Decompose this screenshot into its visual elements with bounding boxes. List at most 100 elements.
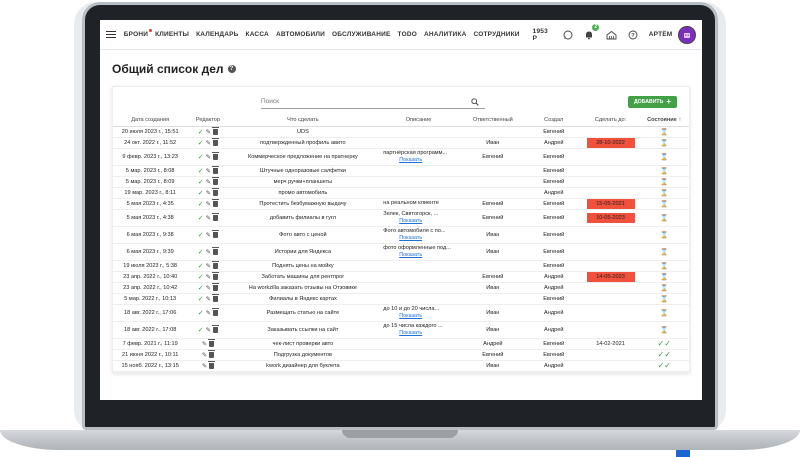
pencil-icon[interactable]: ✎ (206, 153, 211, 161)
trash-icon[interactable] (208, 338, 216, 347)
table-row[interactable]: 7 февр. 2021 г., 11:19 ✎ чек-лист проверки… (113, 338, 689, 350)
nav-item-cars[interactable]: АВТОМОБИЛИ (276, 31, 325, 38)
trash-icon[interactable] (212, 271, 220, 280)
mark-done-check-icon[interactable]: ✓ (198, 178, 204, 186)
table-row[interactable]: 6 мая 2023 г., 9:39 ✓ ✎ Истории для Яндекса… (113, 243, 689, 261)
pencil-icon[interactable]: ✎ (206, 284, 211, 292)
table-row[interactable]: 5 мар. 2022 г., 10:13 ✓ ✎ Филиалы в Яндекс … (113, 293, 689, 305)
mark-done-check-icon[interactable]: ✓ (198, 248, 204, 256)
table-row[interactable]: 6 мая 2023 г., 9:38 ✓ ✎ Фото авто с ценой Фо… (113, 226, 689, 244)
trash-icon[interactable] (212, 246, 220, 255)
pencil-icon[interactable]: ✎ (206, 248, 211, 256)
pencil-icon[interactable]: ✎ (206, 326, 211, 334)
mark-done-check-icon[interactable]: ✓ (198, 284, 204, 292)
mark-done-check-icon[interactable]: ✓ (198, 231, 204, 239)
table-row[interactable]: 5 мая 2023 г., 4:35 ✓ ✎ Протестить безбумаж… (113, 198, 689, 210)
mark-done-check-icon[interactable]: ✓ (198, 139, 204, 147)
help-icon[interactable]: ? (227, 65, 236, 73)
nav-item-analytics[interactable]: АНАЛИТИКА (424, 31, 467, 38)
col-header-due[interactable]: Сделать до: (581, 115, 640, 127)
show-link[interactable]: Показать (383, 235, 458, 242)
hamburger-menu-icon[interactable] (106, 31, 116, 38)
col-header-todo[interactable]: Что сделать (228, 115, 378, 127)
pencil-icon[interactable]: ✎ (206, 139, 211, 147)
search-input[interactable] (261, 98, 471, 105)
trash-icon[interactable] (212, 176, 220, 185)
pencil-icon[interactable]: ✎ (206, 309, 211, 317)
trash-icon[interactable] (212, 229, 220, 238)
mark-done-check-icon[interactable]: ✓ (198, 167, 204, 175)
trash-icon[interactable] (212, 187, 220, 196)
mark-done-check-icon[interactable]: ✓ (198, 273, 204, 281)
mark-done-check-icon[interactable]: ✓ (198, 326, 204, 334)
table-row[interactable]: 5 мар. 2023 г., 8:09 ✓ ✎ мерч ручки+планшет… (113, 176, 689, 188)
table-row[interactable]: 15 нояб. 2022 г., 13:15 ✎ kwork дизайнер д… (113, 360, 689, 372)
trash-icon[interactable] (212, 282, 220, 291)
search-icon[interactable] (471, 97, 479, 106)
table-row[interactable]: 19 мар. 2023 г., 8:11 ✓ ✎ промо автомобиль А… (113, 187, 689, 199)
pencil-icon[interactable]: ✎ (206, 295, 211, 303)
table-row[interactable]: 9 февр. 2023 г., 13:23 ✓ ✎ Коммерческое пре… (113, 148, 689, 166)
col-header-responsible[interactable]: Ответственный (459, 115, 526, 127)
nav-item-service[interactable]: ОБСЛУЖИВАНИЕ (332, 31, 391, 38)
help-circle-icon[interactable]: ? (627, 29, 639, 41)
add-button[interactable]: ДОБАВИТЬ + (627, 96, 677, 108)
show-link[interactable]: Показать (383, 157, 458, 164)
pencil-icon[interactable]: ✎ (206, 273, 211, 281)
table-row[interactable]: 19 июля 2023 г., 5:38 ✓ ✎ Поднять цены на м… (113, 260, 689, 272)
col-header-description[interactable]: Описание (377, 115, 460, 127)
col-header-status[interactable]: Состояние ↑ (639, 115, 689, 127)
pencil-icon[interactable]: ✎ (206, 262, 211, 270)
mark-done-check-icon[interactable]: ✓ (198, 128, 204, 136)
mark-done-check-icon[interactable]: ✓ (198, 214, 204, 222)
nav-item-todo[interactable]: TODO (398, 31, 417, 38)
table-row[interactable]: 20 июля 2023 г., 15:51 ✓ ✎ UDS Евгений ⌛ (113, 126, 689, 138)
table-row[interactable]: 23 апр. 2022 г., 10:42 ✓ ✎ На workzilla зак… (113, 282, 689, 294)
trash-icon[interactable] (212, 307, 220, 316)
nav-item-clients[interactable]: КЛИЕНТЫ (155, 31, 189, 38)
show-link[interactable]: Показать (383, 218, 458, 225)
trash-icon[interactable] (212, 151, 220, 160)
pencil-icon[interactable]: ✎ (206, 167, 211, 175)
mark-done-check-icon[interactable]: ✓ (198, 153, 204, 161)
trash-icon[interactable] (212, 324, 220, 333)
trash-icon[interactable] (212, 212, 220, 221)
show-link[interactable]: Показать (383, 330, 458, 337)
nav-item-bookings[interactable]: БРОНИ (124, 29, 153, 38)
table-row[interactable]: 5 мая 2023 г., 4:38 ✓ ✎ добавить филиалы в … (113, 209, 689, 227)
pencil-icon[interactable]: ✎ (206, 178, 211, 186)
table-row[interactable]: 18 авг. 2022 г., 17:06 ✓ ✎ Размещать статью… (113, 304, 689, 322)
trash-icon[interactable] (212, 260, 220, 269)
avatar[interactable] (678, 25, 697, 44)
trash-icon[interactable] (208, 349, 216, 358)
mark-done-check-icon[interactable]: ✓ (198, 200, 204, 208)
trash-icon[interactable] (212, 198, 220, 207)
mark-done-check-icon[interactable]: ✓ (198, 189, 204, 197)
table-row[interactable]: 18 авг. 2022 г., 17:08 ✓ ✎ Заказывать ссылк… (113, 321, 689, 339)
trash-icon[interactable] (212, 165, 220, 174)
nav-item-calendar[interactable]: КАЛЕНДАРЬ (196, 31, 238, 38)
table-row[interactable]: 5 мар. 2023 г., 8:08 ✓ ✎ Штучные одноразовы… (113, 165, 689, 177)
pencil-icon[interactable]: ✎ (206, 128, 211, 136)
col-header-creator[interactable]: Создал (525, 115, 582, 127)
pencil-icon[interactable]: ✎ (202, 362, 207, 370)
nav-item-cashbox[interactable]: КАССА (246, 31, 269, 38)
table-row[interactable]: 23 апр. 2022 г., 10:40 ✓ ✎ Заботать машины … (113, 271, 689, 283)
trash-icon[interactable] (212, 126, 220, 135)
pencil-icon[interactable]: ✎ (206, 231, 211, 239)
mark-done-check-icon[interactable]: ✓ (198, 295, 204, 303)
bell-icon[interactable]: 2 (584, 23, 600, 41)
show-link[interactable]: Показать (383, 313, 458, 320)
trash-icon[interactable] (212, 293, 220, 302)
pencil-icon[interactable]: ✎ (206, 189, 211, 197)
pencil-icon[interactable]: ✎ (202, 351, 207, 359)
show-link[interactable]: Показать (383, 252, 458, 259)
mark-done-check-icon[interactable]: ✓ (198, 262, 204, 270)
pencil-icon[interactable]: ✎ (206, 200, 211, 208)
mark-done-check-icon[interactable]: ✓ (198, 309, 204, 317)
nav-item-staff[interactable]: СОТРУДНИКИ (473, 31, 519, 38)
whatsapp-icon[interactable] (562, 29, 574, 41)
pencil-icon[interactable]: ✎ (206, 214, 211, 222)
trash-icon[interactable] (212, 137, 220, 146)
trash-icon[interactable] (208, 360, 216, 369)
